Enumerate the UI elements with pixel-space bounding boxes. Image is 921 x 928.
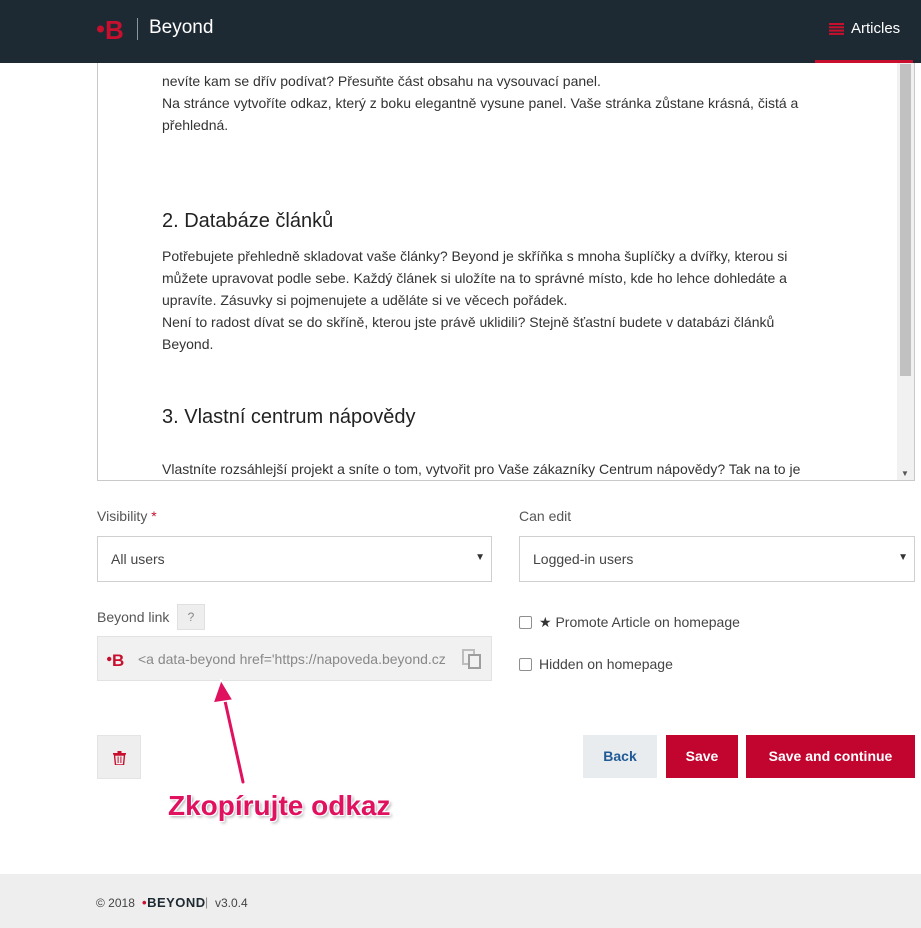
footer-brand: •BEYOND [142,895,206,910]
visibility-label-text: Visibility [97,508,148,524]
copy-icon[interactable] [461,648,483,670]
logo-separator [137,18,138,40]
article-content-editor[interactable]: nevíte kam se dřív podívat? Přesuňte čás… [97,63,915,481]
beyond-link-code[interactable]: <a data-beyond href='https://napoveda.be… [138,651,452,667]
list-icon [829,23,844,35]
footer-brand-text: BEYOND [147,895,206,910]
brand-name[interactable]: Beyond [149,17,213,39]
star-icon: ★ [539,614,552,630]
nav-articles-label: Articles [851,20,901,37]
editor-paragraph: Není to radost dívat se do skříně, ktero… [162,314,775,330]
editor-scrollbar[interactable]: ▼ [897,63,914,480]
editor-paragraph: přehledná. [162,117,229,133]
caret-down-icon: ▼ [475,552,485,563]
visibility-label: Visibility * [97,508,157,524]
footer-version: v3.0.4 [215,896,248,910]
beyond-logo-icon[interactable]: B [97,15,127,43]
beyond-link-label: Beyond link [97,609,170,625]
svg-text:B: B [112,651,124,668]
can-edit-select-value: Logged-in users [533,551,634,567]
editor-heading: 2. Databáze článků [162,210,334,232]
hidden-checkbox[interactable] [519,658,532,671]
top-navbar: B Beyond Articles [0,0,921,63]
footer: © 2018 •BEYOND | v3.0.4 [0,874,921,928]
required-marker: * [151,508,157,524]
svg-text:B: B [105,15,124,43]
editor-paragraph: Vlastníte rozsáhlejší projekt a sníte o … [162,461,801,477]
footer-copyright: © 2018 [96,896,135,910]
save-button[interactable]: Save [666,735,738,778]
can-edit-select[interactable]: Logged-in users ▼ [519,536,915,582]
save-and-continue-button[interactable]: Save and continue [746,735,915,778]
visibility-select-value: All users [111,551,165,567]
back-button[interactable]: Back [583,735,657,778]
caret-down-icon: ▼ [898,552,908,563]
editor-paragraph: nevíte kam se dřív podívat? Přesuňte čás… [162,73,601,89]
beyond-b-icon: B [107,651,124,668]
promote-checkbox[interactable] [519,616,532,629]
delete-button[interactable] [97,735,141,779]
annotation-text: Zkopírujte odkaz [168,790,391,821]
editor-paragraph: Beyond. [162,336,214,352]
nav-articles[interactable]: Articles [815,0,913,63]
help-button[interactable]: ? [177,604,205,630]
editor-paragraph: upravíte. Zásuvky si pojmenujete a udělá… [162,292,568,308]
scrollbar-thumb[interactable] [900,64,911,376]
editor-heading: 3. Vlastní centrum nápovědy [162,406,416,428]
visibility-select[interactable]: All users ▼ [97,536,492,582]
trash-icon [113,751,126,765]
editor-paragraph: můžete upravovat podle sebe. Každý článe… [162,270,787,286]
editor-paragraph: Potřebujete přehledně skladovat vaše člá… [162,248,788,264]
editor-paragraph: Na stránce vytvoříte odkaz, který z boku… [162,95,799,111]
promote-label-text: Promote Article on homepage [555,614,740,630]
beyond-link-field[interactable]: B <a data-beyond href='https://napoveda.… [97,636,492,681]
hidden-label: Hidden on homepage [539,656,673,672]
annotation-arrow-icon [211,678,246,785]
promote-label: ★ Promote Article on homepage [539,614,740,631]
scroll-down-arrow-icon[interactable]: ▼ [901,469,909,478]
footer-separator: | [205,895,209,909]
can-edit-label: Can edit [519,508,572,524]
